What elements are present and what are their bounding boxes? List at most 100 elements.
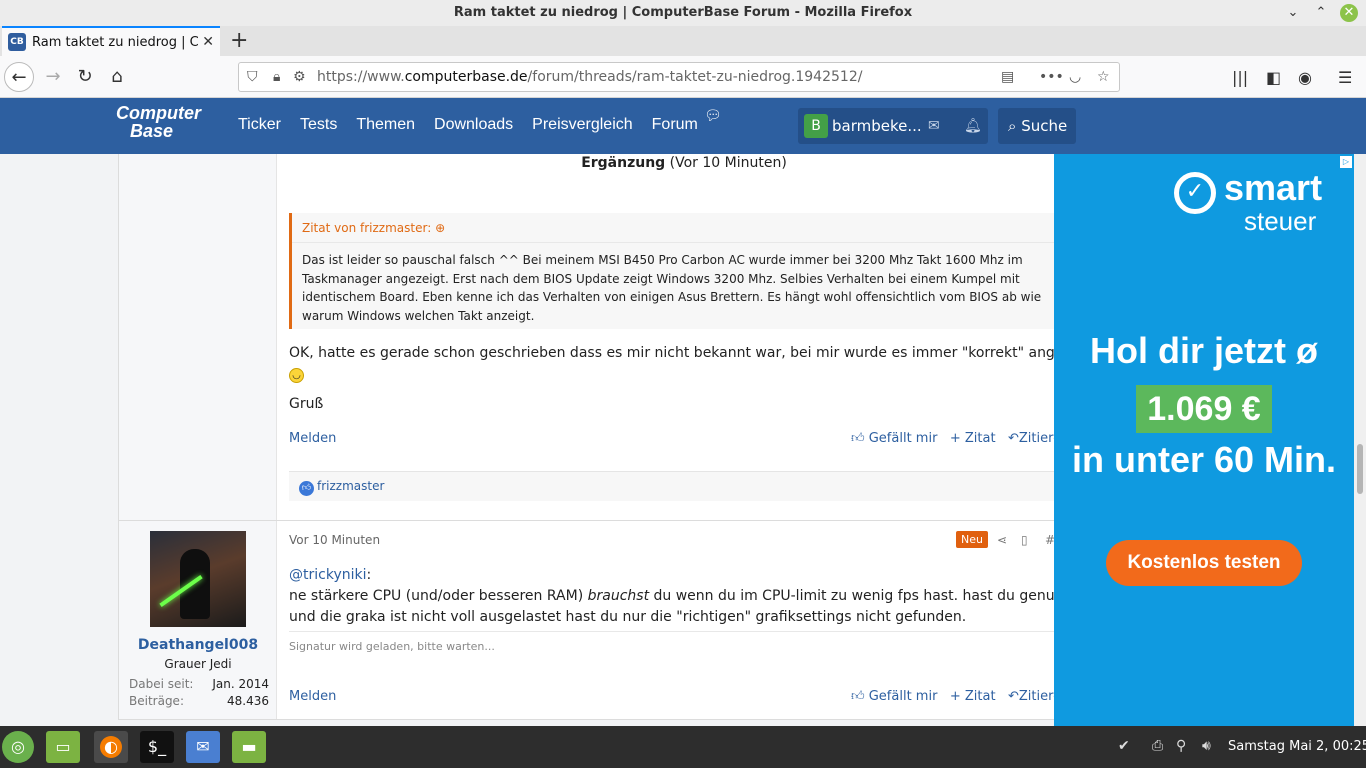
forward-arrow-icon[interactable]: → — [38, 62, 68, 92]
home-icon[interactable]: ⌂ — [102, 62, 132, 92]
bookmark-star-icon[interactable]: ☆ — [1097, 69, 1110, 85]
post-user-sidebar: Deathangel008 Grauer Jedi Dabei seit: Jan… — [119, 521, 277, 719]
ergaenzung-header: Ergänzung (Vor 10 Minuten) — [581, 155, 787, 171]
maximize-icon[interactable]: ⌃ — [1312, 4, 1330, 22]
post-permalink-icon[interactable]: # — [1045, 533, 1054, 547]
post-greeting: Gruß — [289, 396, 324, 412]
messages-icon[interactable]: ✉ — [928, 118, 940, 134]
user-joined: Dabei seit: Jan. 2014 — [129, 677, 269, 691]
pocket-icon[interactable]: ◡ — [1069, 69, 1081, 85]
like-button[interactable]: 👍︎ Gefällt mir — [851, 689, 937, 704]
url-bar[interactable]: ⛉ 🔒︎ ⚙ https://www.computerbase.de/forum… — [238, 62, 1120, 92]
nav-downloads[interactable]: Downloads — [434, 116, 513, 134]
smartsteuer-ad[interactable]: ▷ ✓ smart steuer Hol dir jetzt ø 1.069 €… — [1054, 154, 1354, 726]
user-avatar: B — [804, 114, 828, 138]
user-avatar[interactable] — [150, 531, 246, 627]
main-navigation: Ticker Tests Themen Downloads Preisvergl… — [238, 116, 717, 134]
reload-icon[interactable]: ↻ — [70, 62, 100, 92]
reply-icon: ↶ — [1007, 689, 1019, 704]
user-post-count: Beiträge: 48.436 — [129, 694, 269, 708]
reader-view-icon[interactable]: ▤ — [1001, 69, 1014, 85]
permissions-icon[interactable]: ⚙ — [293, 69, 306, 85]
quote-block: Zitat von frizzmaster: ⊕ Das ist leider … — [289, 213, 1054, 329]
computerbase-favicon-icon: CB — [8, 33, 26, 51]
page-actions-icon[interactable]: ••• — [1039, 69, 1064, 85]
firefox-icon[interactable]: ◐ — [94, 731, 128, 763]
user-mention[interactable]: @trickyniki — [289, 567, 367, 583]
account-icon[interactable]: ◉ — [1298, 68, 1312, 87]
quote-header[interactable]: Zitat von frizzmaster: ⊕ — [292, 213, 1054, 243]
checkmark-logo-icon: ✓ — [1174, 172, 1216, 214]
computerbase-logo[interactable]: Computer Base — [116, 104, 201, 140]
like-button[interactable]: 👍︎ Gefällt mir — [851, 431, 937, 446]
url-text[interactable]: https://www.computerbase.de/forum/thread… — [317, 69, 862, 85]
user-menu[interactable]: B barmbeke... ✉ 🔔︎ — [798, 108, 988, 144]
smiley-icon: ◡ — [289, 368, 304, 383]
new-tab-icon[interactable]: + — [230, 28, 248, 53]
nav-themen[interactable]: Themen — [356, 116, 415, 134]
like-reaction-icon: 👍︎ — [299, 481, 314, 496]
tab-title: Ram taktet zu niedrog | Cor — [32, 34, 198, 50]
forum-chat-icon: 💬︎ — [704, 108, 722, 124]
liked-by-user[interactable]: frizzmaster — [317, 479, 384, 493]
page-scrollbar[interactable] — [1354, 154, 1366, 726]
bookmark-icon[interactable]: ▯ — [1021, 533, 1028, 547]
tab-bar: CB Ram taktet zu niedrog | Cor ✕ + — [0, 26, 1366, 56]
post-text: OK, hatte es gerade schon geschrieben da… — [289, 345, 1054, 383]
close-window-icon[interactable]: ✕ — [1340, 4, 1358, 22]
jump-to-quote-icon: ⊕ — [435, 221, 446, 235]
thumbs-up-icon: 👍︎ — [851, 431, 865, 446]
volume-icon[interactable]: 🔊︎ — [1202, 738, 1211, 754]
notifications-bell-icon[interactable]: 🔔︎ — [964, 118, 982, 134]
likes-bar: 👍︎ frizzmaster — [289, 471, 1054, 501]
file-manager-icon[interactable]: ▬ — [232, 731, 266, 763]
network-icon[interactable]: ⚲ — [1176, 738, 1186, 754]
forum-content: Ergänzung (Vor 10 Minuten) Zitat von fri… — [0, 154, 1054, 726]
post-actions: Melden 👍︎ Gefällt mir + Zitat ↶Zitieren — [289, 689, 1054, 709]
post-date[interactable]: Vor 10 Minuten — [289, 533, 380, 547]
ad-brand-smart: smart — [1224, 167, 1323, 208]
adchoices-icon[interactable]: ▷ — [1340, 156, 1352, 168]
tracking-protection-icon[interactable]: ⛉ — [247, 69, 258, 85]
library-icon[interactable]: ||| — [1232, 68, 1248, 87]
minimize-icon[interactable]: ⌄ — [1284, 4, 1302, 22]
reply-button[interactable]: ↶Zitieren — [1008, 431, 1054, 446]
mail-client-icon[interactable]: ✉ — [186, 731, 220, 763]
report-link[interactable]: Melden — [289, 689, 336, 704]
lock-icon[interactable]: 🔒︎ — [273, 69, 280, 85]
share-icon[interactable]: ⋖ — [997, 533, 1007, 547]
terminal-icon[interactable]: $_ — [140, 731, 174, 763]
nav-tests[interactable]: Tests — [300, 116, 337, 134]
quote-button[interactable]: + Zitat — [950, 689, 996, 704]
ad-brand-steuer: steuer — [1244, 206, 1317, 236]
reply-icon: ↶ — [1007, 431, 1019, 446]
search-icon: ⌕ — [1008, 117, 1017, 135]
os-taskbar: ◎ ▭ ◐ $_ ✉ ▬ ✔ ⎙ ⚲ 🔊︎ Samstag Mai 2, 00:… — [0, 726, 1366, 768]
quote-body: Das ist leider so pauschal falsch ^^ Bei… — [302, 253, 1042, 323]
hamburger-menu-icon[interactable]: ☰ — [1338, 68, 1352, 87]
ad-cta-button[interactable]: Kostenlos testen — [1106, 540, 1302, 586]
search-label: Suche — [1021, 117, 1068, 135]
search-button[interactable]: ⌕ Suche — [998, 108, 1076, 144]
back-arrow-icon[interactable]: ← — [4, 62, 34, 92]
ad-subheadline: in unter 60 Min. — [1071, 439, 1337, 480]
nav-forum[interactable]: Forum — [652, 116, 698, 134]
reply-button[interactable]: ↶Zitieren — [1008, 689, 1054, 704]
quote-button[interactable]: + Zitat — [950, 431, 996, 446]
show-desktop-icon[interactable]: ▭ — [46, 731, 80, 763]
report-link[interactable]: Melden — [289, 431, 336, 446]
tab-close-icon[interactable]: ✕ — [202, 34, 214, 50]
scrollbar-thumb[interactable] — [1357, 444, 1363, 494]
mint-menu-icon[interactable]: ◎ — [2, 731, 34, 763]
nav-preisvergleich[interactable]: Preisvergleich — [532, 116, 632, 134]
sidebar-icon[interactable]: ◧ — [1266, 68, 1281, 87]
clock[interactable]: Samstag Mai 2, 00:25 — [1228, 739, 1366, 754]
nav-ticker[interactable]: Ticker — [238, 116, 281, 134]
post-username[interactable]: Deathangel008 — [119, 637, 277, 653]
update-shield-icon[interactable]: ✔ — [1118, 738, 1130, 754]
post-actions: Melden 👍︎ Gefällt mir + Zitat ↶Zitieren — [289, 431, 1054, 451]
printer-icon[interactable]: ⎙ — [1152, 738, 1163, 754]
site-header: Computer Base Ticker Tests Themen Downlo… — [0, 98, 1366, 154]
navigation-toolbar: ← → ↻ ⌂ ⛉ 🔒︎ ⚙ https://www.computerbase.… — [0, 56, 1366, 98]
tab-active[interactable]: CB Ram taktet zu niedrog | Cor ✕ — [2, 26, 220, 56]
